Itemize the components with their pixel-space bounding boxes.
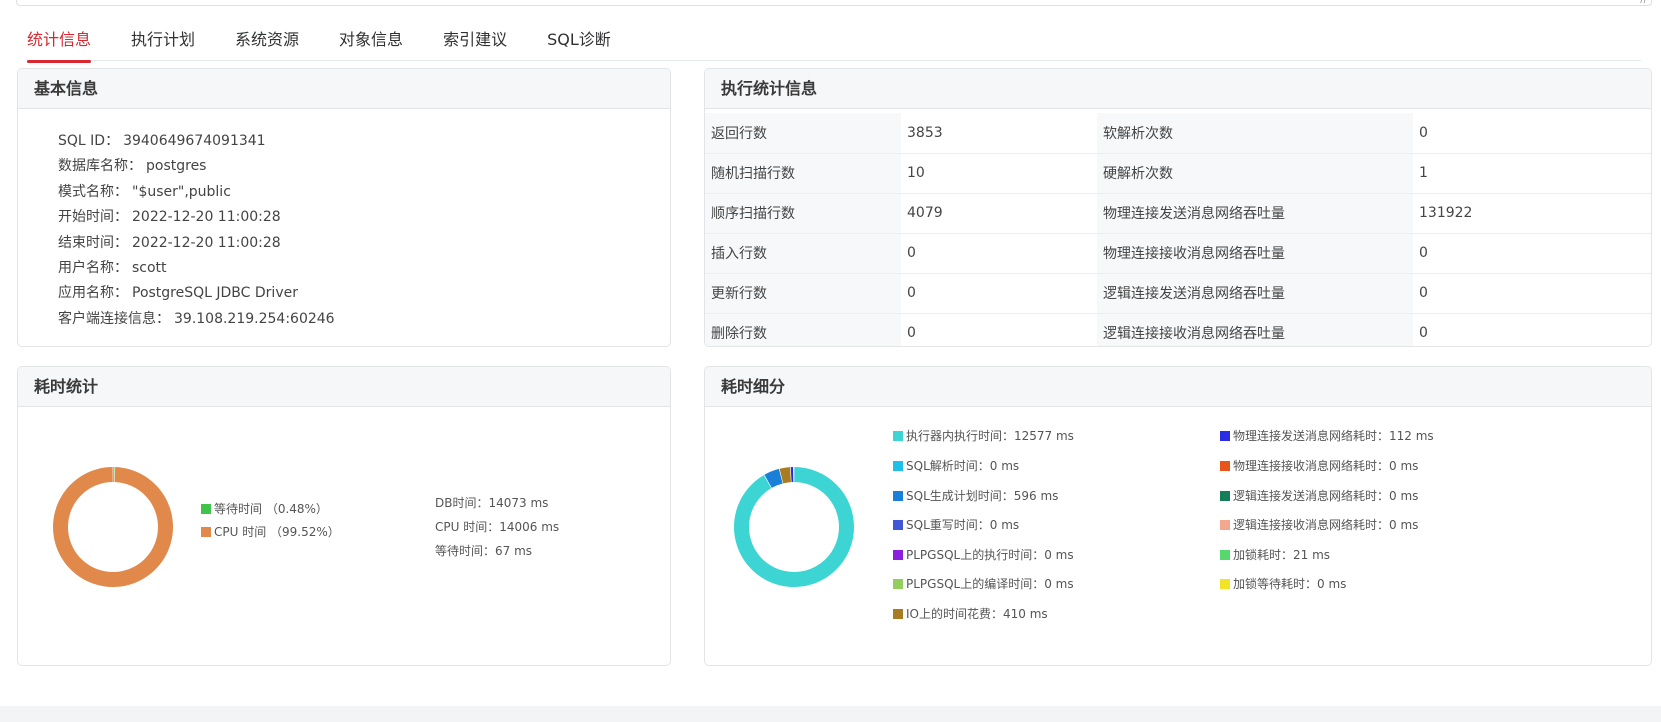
info-database: 数据库名称： postgres <box>58 158 207 175</box>
legend-cpu-time[interactable]: CPU 时间 （99.52%） <box>201 524 340 540</box>
legend-io-time[interactable]: IO上的时间花费：410 ms <box>893 606 1048 622</box>
legend-swatch <box>893 550 903 560</box>
info-schema: 模式名称： "$user",public <box>58 183 231 200</box>
time-stats-panel: 耗时统计 等待时间 （0.48%） CPU 时间 （99.52%） DB时间：1… <box>17 366 671 666</box>
panel-title: 执行统计信息 <box>705 69 1651 109</box>
legend-swatch <box>1220 461 1230 471</box>
legend-swatch <box>893 609 903 619</box>
legend-plpgsql-compile-time[interactable]: PLPGSQL上的编译时间：0 ms <box>893 576 1074 592</box>
legend-phys-recv-time[interactable]: 物理连接接收消息网络耗时：0 ms <box>1220 458 1418 474</box>
legend-plan-gen-time[interactable]: SQL生成计划时间：596 ms <box>893 488 1058 504</box>
donut-slice-7[interactable] <box>790 467 794 483</box>
bottom-bar <box>0 706 1661 722</box>
resize-handle-icon[interactable]: // <box>1640 0 1647 5</box>
legend-swatch <box>893 431 903 441</box>
table-row: 顺序扫描行数 4079 物理连接发送消息网络吞吐量 131922 <box>705 193 1651 234</box>
table-row: 删除行数 0 逻辑连接接收消息网络吞吐量 0 <box>705 313 1651 346</box>
legend-logic-send-time[interactable]: 逻辑连接发送消息网络耗时：0 ms <box>1220 488 1418 504</box>
info-application: 应用名称： PostgreSQL JDBC Driver <box>58 285 298 302</box>
legend-swatch <box>1220 431 1230 441</box>
table-row: 返回行数 3853 软解析次数 0 <box>705 113 1651 154</box>
legend-executor-time[interactable]: 执行器内执行时间：12577 ms <box>893 428 1074 444</box>
exec-stats-panel: 执行统计信息 返回行数 3853 软解析次数 0 随机扫描行数 10 硬解析次数 1 顺… <box>704 68 1652 347</box>
legend-phys-send-time[interactable]: 物理连接发送消息网络耗时：112 ms <box>1220 428 1434 444</box>
time-detail-donut-chart <box>734 467 854 587</box>
exec-stats-table: 返回行数 3853 软解析次数 0 随机扫描行数 10 硬解析次数 1 顺序扫描行数 40… <box>705 113 1651 346</box>
legend-swatch <box>1220 491 1230 501</box>
legend-wait-time[interactable]: 等待时间 （0.48%） <box>201 501 328 517</box>
table-row: 随机扫描行数 10 硬解析次数 1 <box>705 153 1651 194</box>
legend-swatch <box>893 520 903 530</box>
cpu-time-total: CPU 时间：14006 ms <box>435 520 560 534</box>
panel-title: 耗时统计 <box>18 367 670 407</box>
legend-swatch <box>201 504 211 514</box>
tab-statistics[interactable]: 统计信息 <box>27 28 92 63</box>
table-row: 更新行数 0 逻辑连接发送消息网络吞吐量 0 <box>705 273 1651 314</box>
legend-sql-rewrite-time[interactable]: SQL重写时间：0 ms <box>893 517 1019 533</box>
basic-info-panel: 基本信息 SQL ID： 3940649674091341 数据库名称： postg… <box>17 68 671 347</box>
tab-system-resources[interactable]: 系统资源 <box>235 28 299 61</box>
tab-sql-diagnosis[interactable]: SQL诊断 <box>547 28 611 61</box>
info-client-conn: 客户端连接信息： 39.108.219.254:60246 <box>58 310 335 327</box>
db-time-total: DB时间：14073 ms <box>435 496 549 510</box>
legend-swatch <box>893 461 903 471</box>
info-start-time: 开始时间： 2022-12-20 11:00:28 <box>58 209 281 226</box>
tab-execution-plan[interactable]: 执行计划 <box>131 28 195 61</box>
panel-title: 耗时细分 <box>705 367 1651 407</box>
time-stats-donut-chart <box>52 467 173 587</box>
time-detail-panel: 耗时细分 执行器内执行时间：12577 ms SQL解析时间：0 ms SQL生… <box>704 366 1652 666</box>
donut-slice-1[interactable] <box>52 467 173 587</box>
tab-object-info[interactable]: 对象信息 <box>339 28 403 61</box>
legend-lock-time[interactable]: 加锁耗时：21 ms <box>1220 547 1330 563</box>
donut-slice-0[interactable] <box>734 467 854 587</box>
legend-swatch <box>893 579 903 589</box>
wait-time-total: 等待时间：67 ms <box>435 544 533 558</box>
info-sql-id: SQL ID： 3940649674091341 <box>58 133 266 149</box>
donut-slice-0[interactable] <box>113 467 115 483</box>
legend-sql-parse-time[interactable]: SQL解析时间：0 ms <box>893 458 1019 474</box>
legend-swatch <box>1220 550 1230 560</box>
tab-index-advice[interactable]: 索引建议 <box>443 28 507 61</box>
legend-swatch <box>1220 579 1230 589</box>
tab-bar: 统计信息 执行计划 系统资源 对象信息 索引建议 SQL诊断 <box>27 28 1641 63</box>
legend-plpgsql-exec-time[interactable]: PLPGSQL上的执行时间：0 ms <box>893 547 1074 563</box>
legend-lock-wait-time[interactable]: 加锁等待耗时：0 ms <box>1220 576 1346 592</box>
legend-swatch <box>893 491 903 501</box>
info-user: 用户名称： scott <box>58 259 167 276</box>
legend-logic-recv-time[interactable]: 逻辑连接接收消息网络耗时：0 ms <box>1220 517 1418 533</box>
legend-swatch <box>201 527 211 537</box>
table-row: 插入行数 0 物理连接接收消息网络吞吐量 0 <box>705 233 1651 274</box>
basic-info-list: SQL ID： 3940649674091341 数据库名称： postgres 模… <box>18 109 670 332</box>
query-editor-edge: // <box>16 0 1652 6</box>
panel-title: 基本信息 <box>18 69 670 109</box>
info-end-time: 结束时间： 2022-12-20 11:00:28 <box>58 234 281 251</box>
legend-swatch <box>1220 520 1230 530</box>
